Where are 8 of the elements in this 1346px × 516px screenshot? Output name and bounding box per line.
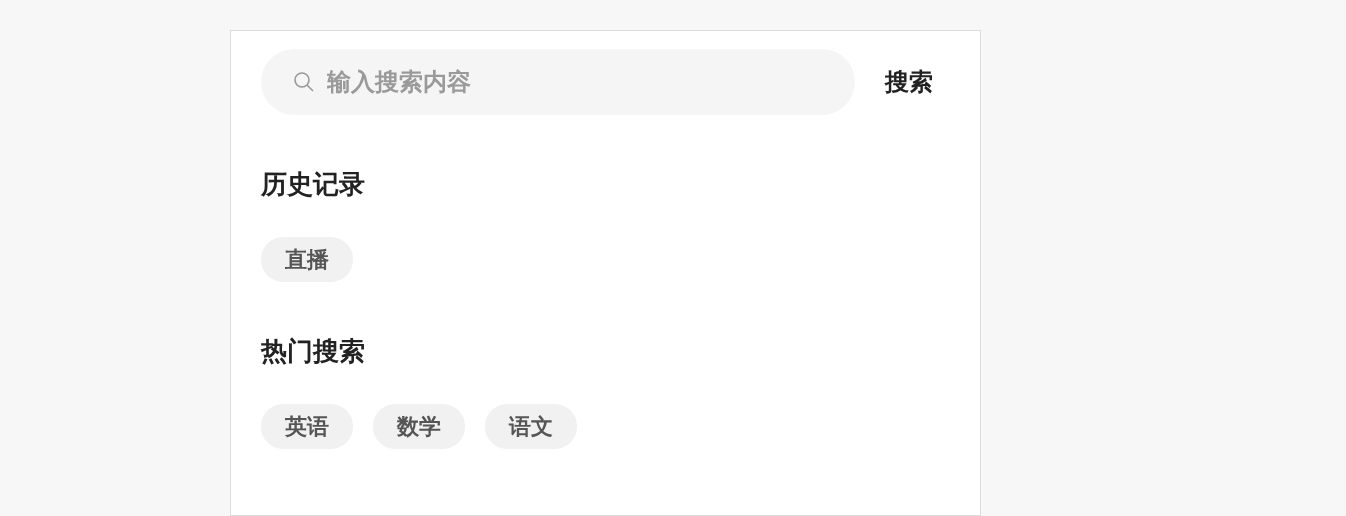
tag-chip[interactable]: 数学 <box>373 404 465 450</box>
search-button[interactable]: 搜索 <box>885 64 933 100</box>
section-heading: 历史记录 <box>261 169 366 201</box>
tag-chip[interactable]: 英语 <box>261 404 353 450</box>
search-field[interactable]: 输入搜索内容 <box>261 49 855 115</box>
tag-chip[interactable]: 语文 <box>485 404 577 450</box>
tag-chip[interactable]: 直播 <box>261 237 353 283</box>
section-heading: 热门搜索 <box>261 336 366 368</box>
